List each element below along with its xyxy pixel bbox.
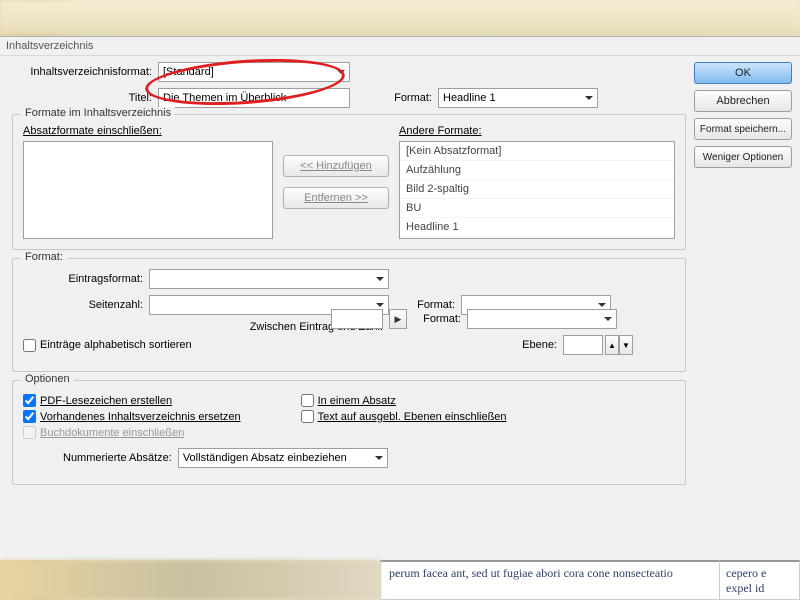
include-formats-label: Absatzformate einschließen:: [23, 125, 273, 137]
between-flyout-button[interactable]: [389, 309, 407, 329]
fewer-options-button[interactable]: Weniger Optionen: [694, 146, 792, 168]
title-value: Die Themen im Überblick: [163, 92, 286, 104]
replace-toc-checkbox[interactable]: Vorhandenes Inhaltsverzeichnis ersetzen: [23, 410, 241, 423]
between-format-label: Format:: [413, 313, 461, 325]
list-item[interactable]: Headline 1: [400, 218, 674, 237]
numbered-para-combo[interactable]: Vollständigen Absatz einbeziehen: [178, 448, 388, 468]
title-format-label: Format:: [376, 92, 432, 104]
level-label: Ebene:: [522, 339, 557, 351]
title-input[interactable]: Die Themen im Überblick: [158, 88, 350, 108]
list-item[interactable]: Aufzählung: [400, 161, 674, 180]
page-background-text: perum facea ant, sed ut fugiae abori cor…: [0, 560, 800, 600]
page-num-label: Seitenzahl:: [23, 299, 143, 311]
toc-dialog: Inhaltsverzeichnis Inhaltsverzeichnisfor…: [0, 36, 800, 560]
format-group: Format: Eintragsformat: Seitenzahl: Form…: [12, 258, 686, 372]
hidden-layers-checkbox[interactable]: Text auf ausgebl. Ebenen einschließen: [301, 410, 507, 423]
level-step-down[interactable]: ▼: [619, 335, 633, 355]
other-formats-listbox[interactable]: [Kein Absatzformat] Aufzählung Bild 2-sp…: [399, 141, 675, 239]
remove-format-button[interactable]: Entfernen >>: [283, 187, 389, 209]
list-item[interactable]: BU: [400, 199, 674, 218]
include-formats-listbox[interactable]: [23, 141, 273, 239]
between-format-combo[interactable]: [467, 309, 617, 329]
format-group-title: Format:: [21, 251, 67, 263]
cancel-button[interactable]: Abbrechen: [694, 90, 792, 112]
level-step-up[interactable]: ▲: [605, 335, 619, 355]
save-format-button[interactable]: Format speichern...: [694, 118, 792, 140]
entry-format-label: Eintragsformat:: [23, 273, 143, 285]
entry-format-combo[interactable]: [149, 269, 389, 289]
toc-format-combo[interactable]: [Standard]: [158, 62, 350, 82]
numbered-para-label: Nummerierte Absätze:: [63, 452, 172, 464]
add-format-button[interactable]: << Hinzufügen: [283, 155, 389, 177]
other-formats-label: Andere Formate:: [399, 125, 675, 137]
between-input[interactable]: [331, 309, 383, 329]
formats-group-title: Formate im Inhaltsverzeichnis: [21, 107, 175, 119]
single-paragraph-checkbox[interactable]: In einem Absatz: [301, 394, 507, 407]
options-group-title: Optionen: [21, 373, 74, 385]
toc-format-value: [Standard]: [163, 66, 214, 78]
title-label: Titel:: [12, 92, 152, 104]
list-item[interactable]: Bild 2-spaltig: [400, 180, 674, 199]
list-item[interactable]: [Kein Absatzformat]: [400, 142, 674, 161]
ok-button[interactable]: OK: [694, 62, 792, 84]
options-group: Optionen PDF-Lesezeichen erstellen Vorha…: [12, 380, 686, 485]
toc-format-label: Inhaltsverzeichnisformat:: [12, 66, 152, 78]
level-input[interactable]: [563, 335, 603, 355]
pdf-bookmarks-checkbox[interactable]: PDF-Lesezeichen erstellen: [23, 394, 241, 407]
dialog-title: Inhaltsverzeichnis: [0, 37, 800, 56]
title-format-value: Headline 1: [443, 92, 496, 104]
formats-group: Formate im Inhaltsverzeichnis Absatzform…: [12, 114, 686, 250]
include-books-checkbox: Buchdokumente einschließen: [23, 426, 241, 439]
sort-alpha-checkbox[interactable]: Einträge alphabetisch sortieren: [23, 339, 192, 352]
title-format-combo[interactable]: Headline 1: [438, 88, 598, 108]
